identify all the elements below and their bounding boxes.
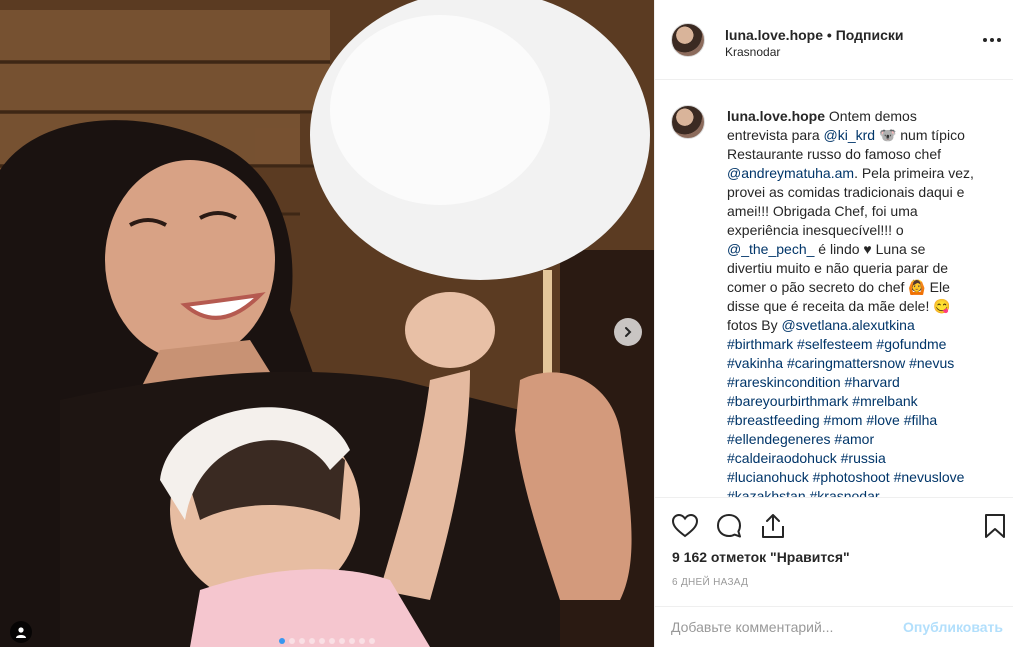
mention-link[interactable]: @svetlana.alexutkina	[781, 317, 914, 333]
hashtag-link[interactable]: #gofundme	[876, 336, 946, 352]
hashtag-link[interactable]: #mom	[824, 412, 863, 428]
caption-username[interactable]: luna.love.hope	[727, 108, 825, 124]
hashtag-link[interactable]: #birthmark	[727, 336, 793, 352]
hashtag-link[interactable]: #caldeiraodohuck	[727, 450, 837, 466]
carousel-dot[interactable]	[329, 638, 335, 644]
hashtag-link[interactable]: #ellendegeneres	[727, 431, 831, 447]
hashtag-link[interactable]: #photoshoot	[813, 469, 890, 485]
comment-input[interactable]	[671, 616, 901, 638]
post-header: luna.love.hope • Подписки Krasnodar	[655, 0, 1013, 80]
hashtag-link[interactable]: #love	[866, 412, 899, 428]
carousel-dot[interactable]	[359, 638, 365, 644]
post-caption: luna.love.hope Ontem demos entrevista pa…	[727, 107, 995, 497]
username-link[interactable]: luna.love.hope	[725, 27, 823, 43]
carousel-dot[interactable]	[339, 638, 345, 644]
hashtag-link[interactable]: #breastfeeding	[727, 412, 820, 428]
hashtag-link[interactable]: #selfesteem	[797, 336, 872, 352]
hashtag-link[interactable]: #krasnodar	[810, 488, 880, 497]
comment-icon[interactable]	[715, 512, 743, 540]
more-options-button[interactable]	[981, 30, 1003, 50]
carousel-dot[interactable]	[279, 638, 285, 644]
chevron-right-icon	[625, 327, 632, 337]
carousel-dot[interactable]	[299, 638, 305, 644]
separator: •	[823, 27, 836, 43]
mention-link[interactable]: @ki_krd	[824, 127, 876, 143]
carousel-indicator	[0, 638, 654, 644]
mention-link[interactable]: @andreymatuha.am	[727, 165, 854, 181]
hashtag-link[interactable]: #mrelbank	[852, 393, 917, 409]
hashtag-link[interactable]: #russia	[841, 450, 886, 466]
share-icon[interactable]	[759, 512, 787, 540]
post-timestamp[interactable]: 6 дней назад	[672, 577, 748, 588]
user-tag-icon	[16, 627, 26, 638]
carousel-dot[interactable]	[319, 638, 325, 644]
comments-section[interactable]: luna.love.hope Ontem demos entrevista pa…	[655, 81, 1013, 497]
hashtag-link[interactable]: #kazakhstan	[727, 488, 806, 497]
bookmark-icon[interactable]	[981, 512, 1009, 540]
hashtag-link[interactable]: #nevuslove	[894, 469, 965, 485]
hashtag-link[interactable]: #harvard	[845, 374, 900, 390]
header-username-row: luna.love.hope • Подписки	[725, 27, 903, 43]
carousel-dot[interactable]	[369, 638, 375, 644]
more-dot	[990, 38, 994, 42]
post-comment-button[interactable]: Опубликовать	[903, 619, 1003, 635]
more-dot	[997, 38, 1001, 42]
hashtag-link[interactable]: #amor	[834, 431, 874, 447]
following-button[interactable]: Подписки	[836, 27, 904, 43]
hashtag-link[interactable]: #lucianohuck	[727, 469, 809, 485]
carousel-dot[interactable]	[309, 638, 315, 644]
post-details-panel: luna.love.hope • Подписки Krasnodar luna…	[654, 0, 1013, 647]
hashtag-link[interactable]: #bareyourbirthmark	[727, 393, 848, 409]
heart-icon[interactable]	[671, 512, 699, 540]
hashtag-link[interactable]: #vakinha	[727, 355, 783, 371]
hashtag-list: #birthmark #selfesteem #gofundme #vakinh…	[727, 336, 964, 497]
action-bar	[655, 497, 1013, 557]
mention-link[interactable]: @_the_pech_	[727, 241, 814, 257]
photo-scene	[0, 0, 654, 647]
likes-count[interactable]: 9 162 отметок "Нравится"	[672, 549, 850, 565]
carousel-dot[interactable]	[289, 638, 295, 644]
hashtag-link[interactable]: #rareskincondition	[727, 374, 841, 390]
more-horizontal-icon	[983, 38, 987, 42]
hashtag-link[interactable]: #caringmattersnow	[787, 355, 905, 371]
location-link[interactable]: Krasnodar	[725, 45, 780, 59]
hashtag-link[interactable]: #filha	[904, 412, 937, 428]
hashtag-link[interactable]: #nevus	[909, 355, 954, 371]
caption-avatar[interactable]	[671, 105, 705, 139]
carousel-next-button[interactable]	[614, 318, 642, 346]
comment-form: Опубликовать	[655, 606, 1013, 647]
post-photo[interactable]	[0, 0, 654, 647]
avatar[interactable]	[671, 23, 705, 57]
carousel-dot[interactable]	[349, 638, 355, 644]
